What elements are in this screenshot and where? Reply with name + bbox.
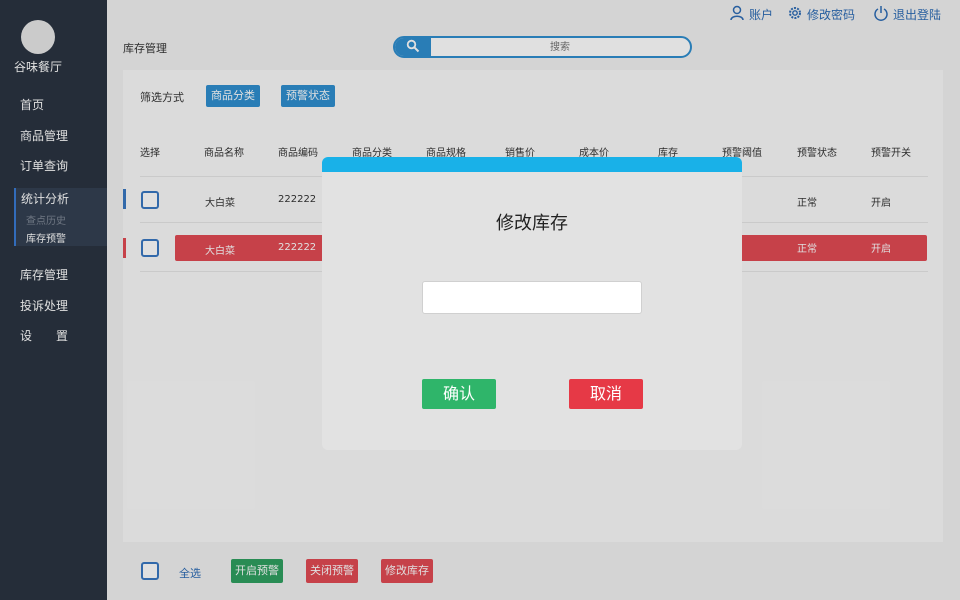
confirm-button[interactable]: 确认	[422, 379, 496, 409]
dialog-header-bar	[322, 157, 742, 172]
stock-input[interactable]	[422, 281, 642, 314]
cancel-button[interactable]: 取消	[569, 379, 643, 409]
edit-stock-dialog: 修改库存 确认 取消	[322, 157, 742, 450]
dialog-title: 修改库存	[496, 213, 568, 234]
